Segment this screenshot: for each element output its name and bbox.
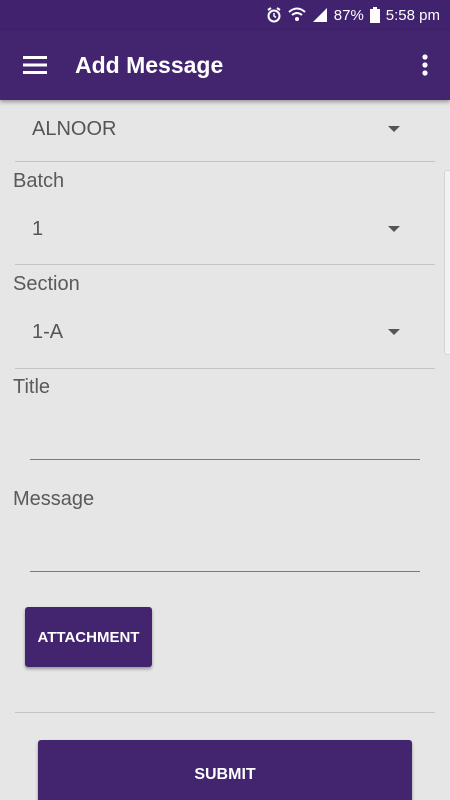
section-dropdown-value: 1-A: [32, 320, 64, 343]
message-label: Message: [13, 488, 95, 510]
divider: [15, 264, 435, 265]
batch-dropdown-value: 1: [32, 217, 44, 240]
divider: [15, 161, 435, 162]
alarm-icon: [267, 7, 281, 23]
signal-icon: [312, 8, 327, 22]
title-label: Title: [13, 376, 51, 398]
batch-label: Batch: [13, 170, 65, 192]
school-dropdown-value: ALNOOR: [32, 117, 117, 140]
divider: [15, 712, 435, 713]
status-bar: 87% 5:58 pm: [0, 0, 450, 30]
status-time: 5:58 pm: [385, 6, 440, 24]
menu-button[interactable]: [0, 30, 70, 100]
form-content: ALNOOR Batch 1 Section 1-A Title Message…: [0, 100, 450, 800]
message-input[interactable]: [30, 528, 420, 572]
dropdown-arrow-icon: [388, 126, 400, 132]
wifi-icon: [288, 7, 306, 21]
batch-dropdown[interactable]: 1: [15, 200, 435, 258]
divider: [15, 368, 435, 369]
attachment-button[interactable]: ATTACHMENT: [25, 607, 152, 667]
dropdown-arrow-icon: [388, 329, 400, 335]
hamburger-menu-icon: [23, 56, 47, 74]
dropdown-arrow-icon: [388, 226, 400, 232]
page-title: Add Message: [75, 51, 224, 78]
overflow-menu-button[interactable]: [400, 30, 450, 100]
submit-button[interactable]: SUBMIT: [38, 740, 412, 800]
battery-icon: [369, 7, 380, 23]
school-dropdown[interactable]: ALNOOR: [15, 100, 435, 158]
more-vert-icon: [422, 54, 428, 76]
app-bar: Add Message: [0, 30, 450, 100]
battery-percent: 87%: [333, 6, 364, 24]
scroll-indicator[interactable]: [444, 170, 450, 355]
title-input[interactable]: [30, 416, 420, 460]
section-label: Section: [13, 273, 80, 295]
section-dropdown[interactable]: 1-A: [15, 303, 435, 361]
